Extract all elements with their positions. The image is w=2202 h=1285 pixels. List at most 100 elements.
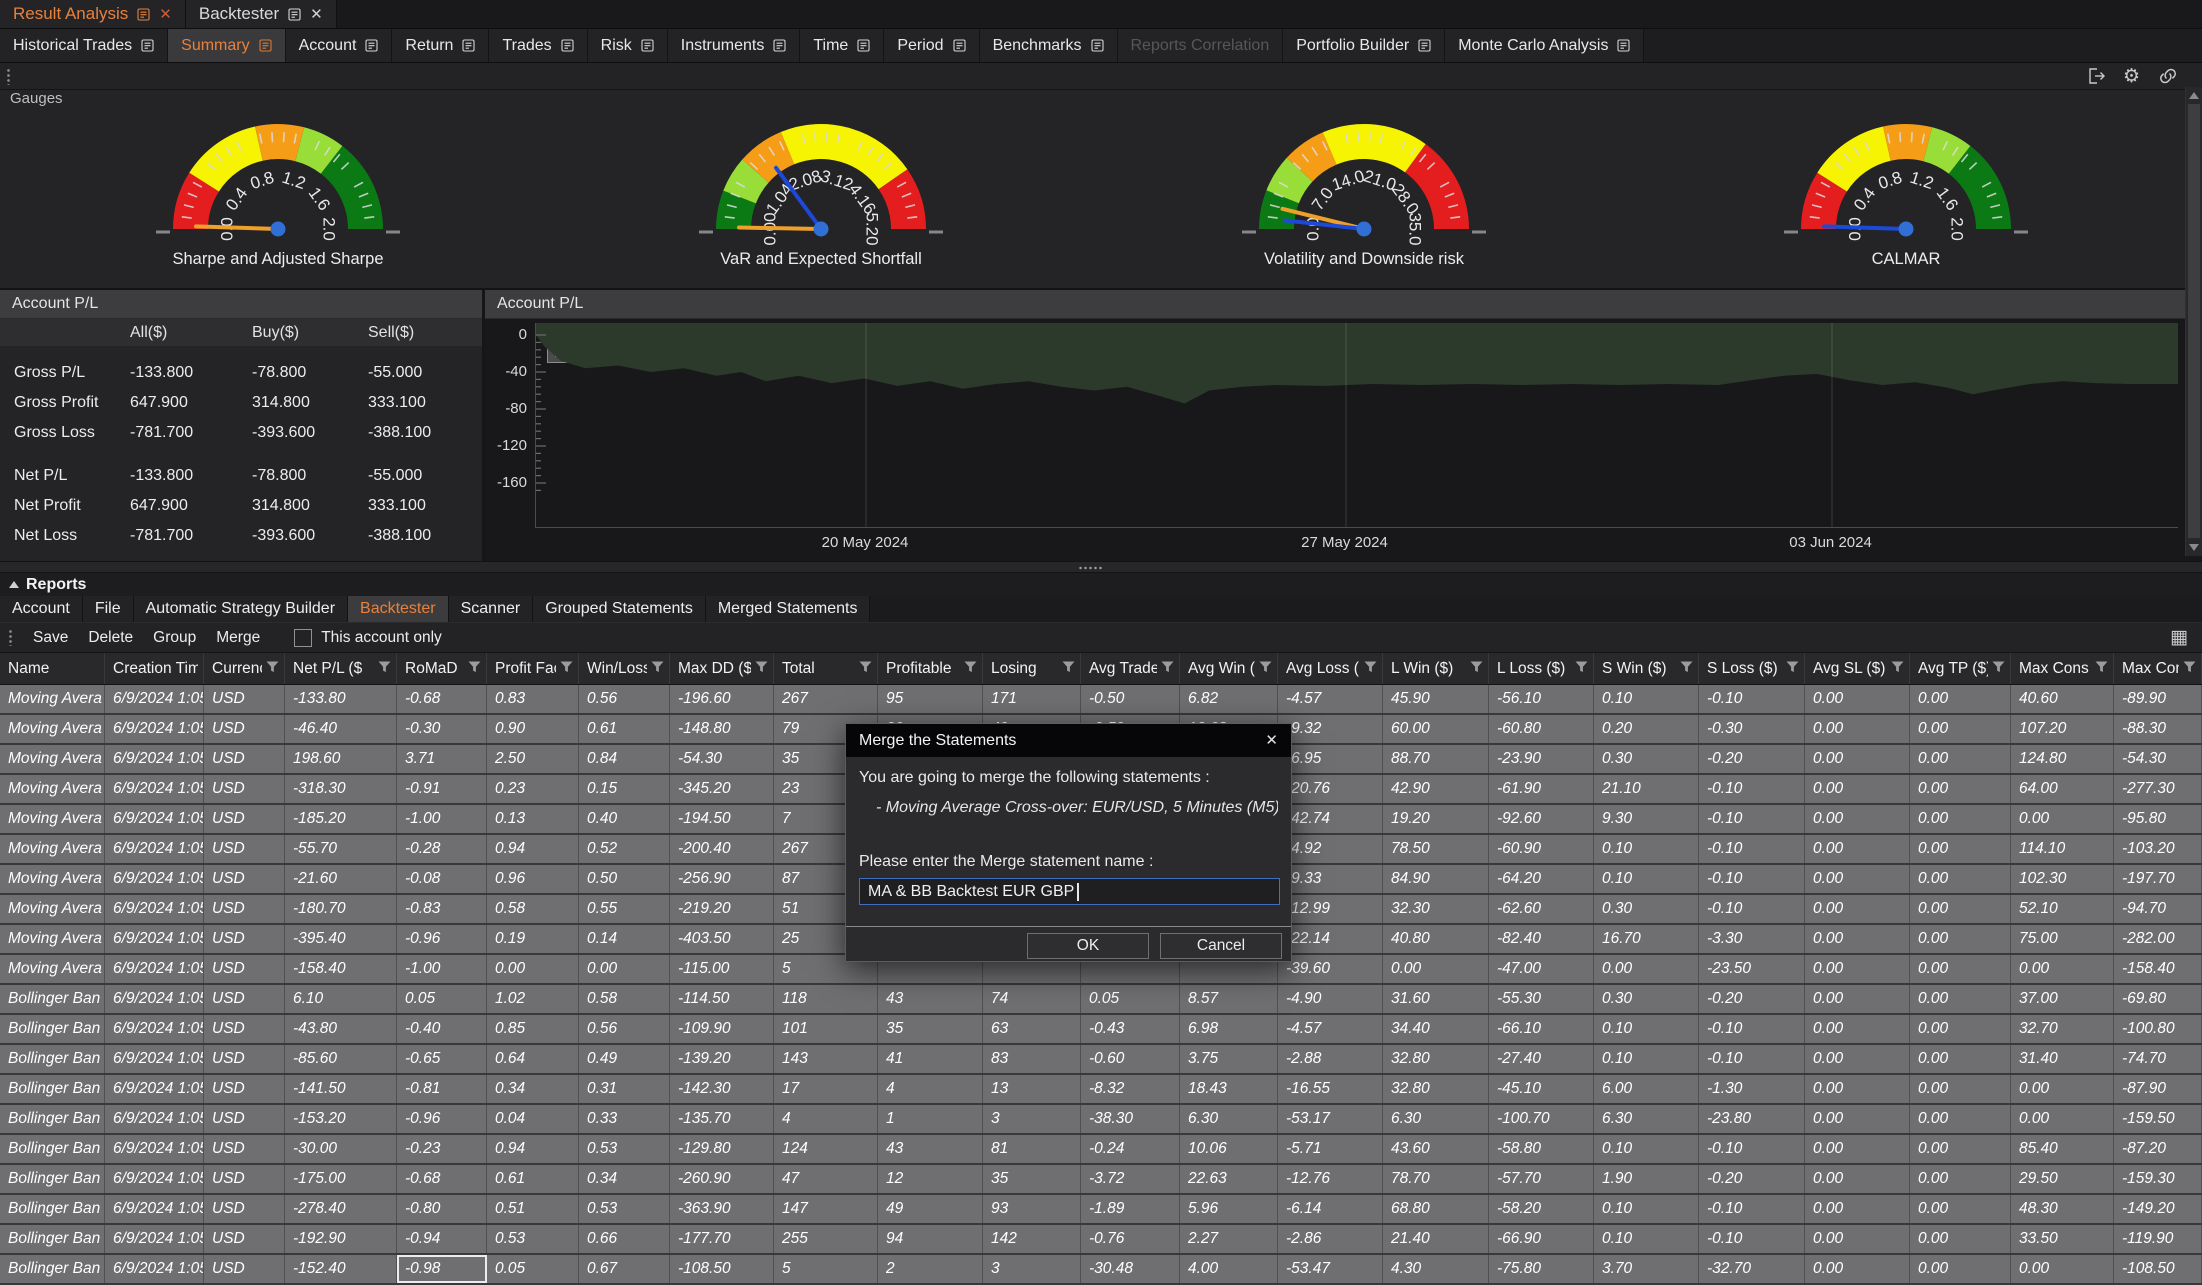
- cell[interactable]: -53.47: [1278, 1255, 1383, 1283]
- cell[interactable]: -23.50: [1699, 955, 1805, 983]
- cell[interactable]: -32.70: [1699, 1255, 1805, 1283]
- table-row[interactable]: Bollinger Ban6/9/2024 1:05USD-43.80-0.40…: [0, 1015, 2202, 1045]
- cell[interactable]: 6.00: [1594, 1075, 1699, 1103]
- cell[interactable]: 124: [774, 1135, 878, 1163]
- cell[interactable]: 6/9/2024 1:05: [105, 925, 204, 953]
- cell[interactable]: 0.00: [1805, 1225, 1910, 1253]
- cell[interactable]: 0.23: [487, 775, 579, 803]
- cell[interactable]: 0.53: [487, 1225, 579, 1253]
- tab-benchmarks[interactable]: Benchmarks: [980, 29, 1118, 62]
- cell[interactable]: 75.00: [2011, 925, 2114, 953]
- cell[interactable]: -114.50: [670, 985, 774, 1013]
- cell[interactable]: 0.00: [1910, 1165, 2011, 1193]
- cell[interactable]: 0.00: [1805, 1135, 1910, 1163]
- cell[interactable]: -58.80: [1489, 1135, 1594, 1163]
- cell[interactable]: Bollinger Ban: [0, 1135, 105, 1163]
- cell[interactable]: -0.10: [1699, 1045, 1805, 1073]
- cell[interactable]: -0.83: [397, 895, 487, 923]
- cell[interactable]: USD: [204, 1045, 285, 1073]
- cell[interactable]: -4.92: [1278, 835, 1383, 863]
- cell[interactable]: -403.50: [670, 925, 774, 953]
- reports-section-header[interactable]: Reports: [0, 573, 2202, 596]
- cell[interactable]: 88.70: [1383, 745, 1489, 773]
- cell[interactable]: -133.80: [285, 685, 397, 713]
- cell[interactable]: 0.00: [2011, 1075, 2114, 1103]
- cell[interactable]: 6/9/2024 1:05: [105, 955, 204, 983]
- cell[interactable]: 6/9/2024 1:05: [105, 1105, 204, 1133]
- cell[interactable]: -22.14: [1278, 925, 1383, 953]
- cell[interactable]: -0.81: [397, 1075, 487, 1103]
- cell[interactable]: 48.30: [2011, 1195, 2114, 1223]
- cell[interactable]: Bollinger Ban: [0, 1075, 105, 1103]
- cell[interactable]: 0.00: [1805, 895, 1910, 923]
- column-header-avg-win-[interactable]: Avg Win (: [1180, 653, 1278, 684]
- cell[interactable]: 0.00: [1910, 1045, 2011, 1073]
- cell[interactable]: Bollinger Ban: [0, 1105, 105, 1133]
- cell[interactable]: -3.72: [1081, 1165, 1180, 1193]
- cell[interactable]: 0.53: [579, 1195, 670, 1223]
- cell[interactable]: 0.90: [487, 715, 579, 743]
- cell[interactable]: 3: [983, 1105, 1081, 1133]
- cell[interactable]: 171: [983, 685, 1081, 713]
- cell[interactable]: -0.10: [1699, 685, 1805, 713]
- cell[interactable]: 0.52: [579, 835, 670, 863]
- tab-trades[interactable]: Trades: [489, 29, 587, 62]
- cell[interactable]: 0.96: [487, 865, 579, 893]
- cell[interactable]: 94: [878, 1225, 983, 1253]
- cell[interactable]: -219.20: [670, 895, 774, 923]
- cell[interactable]: Moving Avera: [0, 805, 105, 833]
- column-header-profit-fact[interactable]: Profit Fact: [487, 653, 579, 684]
- cell[interactable]: 6/9/2024 1:05: [105, 1165, 204, 1193]
- cell[interactable]: 64.00: [2011, 775, 2114, 803]
- cell[interactable]: Bollinger Ban: [0, 1195, 105, 1223]
- filter-icon[interactable]: [1571, 660, 1588, 678]
- cell[interactable]: -200.40: [670, 835, 774, 863]
- cell[interactable]: -88.30: [2114, 715, 2202, 743]
- cell[interactable]: 0.00: [1805, 745, 1910, 773]
- merge-name-input[interactable]: MA & BB Backtest EUR GBP: [859, 878, 1280, 905]
- column-header-profitable[interactable]: Profitable: [878, 653, 983, 684]
- cell[interactable]: 0.49: [579, 1045, 670, 1073]
- reports-tab-account[interactable]: Account: [0, 596, 83, 622]
- cell[interactable]: -21.60: [285, 865, 397, 893]
- cell[interactable]: 0.00: [2011, 805, 2114, 833]
- cell[interactable]: 0.67: [579, 1255, 670, 1283]
- filter-icon[interactable]: [262, 660, 279, 678]
- cell[interactable]: -277.30: [2114, 775, 2202, 803]
- cell[interactable]: 0.10: [1594, 1135, 1699, 1163]
- cell[interactable]: 0.83: [487, 685, 579, 713]
- cell[interactable]: USD: [204, 685, 285, 713]
- cell[interactable]: 124.80: [2011, 745, 2114, 773]
- cell[interactable]: -115.00: [670, 955, 774, 983]
- this-account-only-checkbox[interactable]: This account only: [294, 629, 442, 647]
- column-header-total[interactable]: Total: [774, 653, 878, 684]
- cell[interactable]: 102.30: [2011, 865, 2114, 893]
- column-header-name[interactable]: Name: [0, 653, 105, 684]
- cell[interactable]: -0.08: [397, 865, 487, 893]
- cell[interactable]: 3.70: [1594, 1255, 1699, 1283]
- cell[interactable]: -0.10: [1699, 805, 1805, 833]
- cell[interactable]: USD: [204, 715, 285, 743]
- cell[interactable]: -12.76: [1278, 1165, 1383, 1193]
- filter-icon[interactable]: [1058, 660, 1075, 678]
- chart-plot-area[interactable]: [535, 323, 2178, 528]
- cell[interactable]: 68.80: [1383, 1195, 1489, 1223]
- settings-gear-icon[interactable]: ⚙: [2123, 67, 2140, 86]
- cell[interactable]: 0.00: [1805, 835, 1910, 863]
- cell[interactable]: -363.90: [670, 1195, 774, 1223]
- cell[interactable]: 0.00: [1805, 1015, 1910, 1043]
- cell[interactable]: Bollinger Ban: [0, 1255, 105, 1283]
- cell[interactable]: -6.95: [1278, 745, 1383, 773]
- table-row[interactable]: Bollinger Ban6/9/2024 1:05USD-141.50-0.8…: [0, 1075, 2202, 1105]
- tab-historical-trades[interactable]: Historical Trades: [0, 29, 168, 62]
- cell[interactable]: -282.00: [2114, 925, 2202, 953]
- cell[interactable]: 6.98: [1180, 1015, 1278, 1043]
- cell[interactable]: 3.71: [397, 745, 487, 773]
- cell[interactable]: -0.20: [1699, 745, 1805, 773]
- cell[interactable]: 10.06: [1180, 1135, 1278, 1163]
- table-row[interactable]: Bollinger Ban6/9/2024 1:05USD6.100.051.0…: [0, 985, 2202, 1015]
- cell[interactable]: -0.60: [1081, 1045, 1180, 1073]
- cell[interactable]: -100.70: [1489, 1105, 1594, 1133]
- cell[interactable]: -175.00: [285, 1165, 397, 1193]
- cell[interactable]: 22.63: [1180, 1165, 1278, 1193]
